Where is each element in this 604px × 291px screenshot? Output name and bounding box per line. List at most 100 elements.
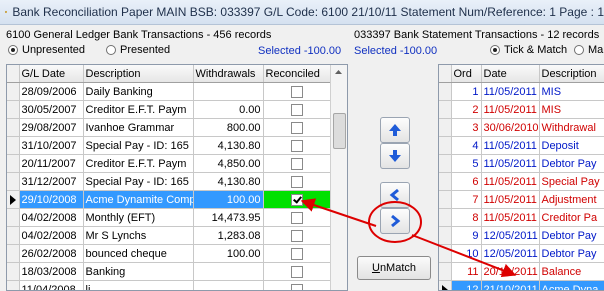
table-row[interactable]: 20/11/2007Creditor E.F.T. Paym4,850.00 [7, 155, 330, 173]
row-indicator[interactable] [7, 191, 19, 209]
column-header-reconciled[interactable]: Reconciled [263, 65, 330, 83]
cell-description[interactable]: Debtor Pay [539, 245, 604, 263]
cell-ord[interactable]: 4 [451, 137, 481, 155]
radio-unpresented[interactable]: Unpresented [8, 44, 85, 56]
scroll-up-icon[interactable] [331, 65, 346, 80]
cell-gl-date[interactable]: 18/03/2008 [19, 263, 83, 281]
match-right-button[interactable] [380, 208, 410, 234]
cell-date[interactable]: 11/05/2011 [481, 209, 539, 227]
radio-presented[interactable]: Presented [106, 44, 170, 56]
row-indicator[interactable] [7, 101, 19, 119]
cell-description[interactable]: Deposit [539, 137, 604, 155]
cell-description[interactable]: li [83, 281, 193, 291]
cell-ord[interactable]: 6 [451, 173, 481, 191]
reconciled-checkbox[interactable] [291, 248, 303, 260]
cell-reconciled[interactable] [263, 263, 330, 281]
cell-description[interactable]: MIS [539, 101, 604, 119]
row-indicator[interactable] [439, 101, 451, 119]
table-row[interactable]: 29/10/2008Acme Dynamite Comp100.00 [7, 191, 330, 209]
cell-reconciled[interactable] [263, 191, 330, 209]
cell-description[interactable]: Banking [83, 263, 193, 281]
row-indicator[interactable] [7, 119, 19, 137]
match-left-button[interactable] [380, 182, 410, 208]
cell-ord[interactable]: 3 [451, 119, 481, 137]
column-header-date[interactable]: Date [481, 65, 539, 83]
row-indicator[interactable] [439, 245, 451, 263]
reconciled-checkbox[interactable] [291, 158, 303, 170]
cell-ord[interactable]: 12 [451, 281, 481, 291]
reconciled-checkbox[interactable] [291, 122, 303, 134]
cell-date[interactable]: 11/05/2011 [481, 155, 539, 173]
row-indicator[interactable] [7, 281, 19, 291]
cell-description[interactable]: Daily Banking [83, 83, 193, 101]
reconciled-checkbox[interactable] [291, 230, 303, 242]
cell-description[interactable]: Adjustment [539, 191, 604, 209]
cell-gl-date[interactable]: 29/08/2007 [19, 119, 83, 137]
cell-withdrawals[interactable]: 1,283.08 [193, 227, 263, 245]
cell-gl-date[interactable]: 20/11/2007 [19, 155, 83, 173]
cell-withdrawals[interactable]: 4,130.80 [193, 137, 263, 155]
cell-description[interactable]: Creditor E.F.T. Paym [83, 155, 193, 173]
column-header-description[interactable]: Description [83, 65, 193, 83]
cell-reconciled[interactable] [263, 119, 330, 137]
reconciled-checkbox[interactable] [291, 140, 303, 152]
cell-withdrawals[interactable] [193, 83, 263, 101]
cell-gl-date[interactable]: 30/05/2007 [19, 101, 83, 119]
column-header-ord[interactable]: Ord [451, 65, 481, 83]
cell-reconciled[interactable] [263, 173, 330, 191]
row-indicator[interactable] [439, 209, 451, 227]
cell-gl-date[interactable]: 28/09/2006 [19, 83, 83, 101]
reconciled-checkbox[interactable] [291, 194, 303, 206]
left-vertical-scrollbar[interactable] [330, 65, 347, 290]
row-indicator[interactable] [439, 227, 451, 245]
cell-description[interactable]: Debtor Pay [539, 155, 604, 173]
cell-date[interactable]: 12/05/2011 [481, 227, 539, 245]
table-row[interactable]: 611/05/2011Special Pay [439, 173, 604, 191]
cell-gl-date[interactable]: 11/04/2008 [19, 281, 83, 291]
cell-gl-date[interactable]: 04/02/2008 [19, 209, 83, 227]
cell-date[interactable]: 21/10/2011 [481, 281, 539, 291]
table-row[interactable]: 211/05/2011MIS [439, 101, 604, 119]
table-row[interactable]: 1221/10/2011Acme Dyna [439, 281, 604, 291]
cell-ord[interactable]: 5 [451, 155, 481, 173]
cell-withdrawals[interactable]: 100.00 [193, 245, 263, 263]
cell-withdrawals[interactable]: 4,130.80 [193, 173, 263, 191]
cell-reconciled[interactable] [263, 155, 330, 173]
cell-description[interactable]: Special Pay [539, 173, 604, 191]
cell-date[interactable]: 30/06/2010 [481, 119, 539, 137]
cell-reconciled[interactable] [263, 137, 330, 155]
cell-reconciled[interactable] [263, 83, 330, 101]
cell-description[interactable]: Withdrawal [539, 119, 604, 137]
cell-withdrawals[interactable]: 4,850.00 [193, 155, 263, 173]
table-row[interactable]: 511/05/2011Debtor Pay [439, 155, 604, 173]
cell-description[interactable]: Acme Dyna [539, 281, 604, 291]
row-indicator[interactable] [439, 281, 451, 291]
unmatch-button[interactable]: UnMatch [357, 256, 431, 280]
cell-description[interactable]: MIS [539, 83, 604, 101]
scrollbar-thumb[interactable] [333, 113, 346, 149]
table-row[interactable]: 28/09/2006Daily Banking [7, 83, 330, 101]
table-row[interactable]: 04/02/2008Monthly (EFT)14,473.95 [7, 209, 330, 227]
row-indicator[interactable] [7, 209, 19, 227]
table-row[interactable]: 330/06/2010Withdrawal [439, 119, 604, 137]
reconciled-checkbox[interactable] [291, 266, 303, 278]
row-indicator[interactable] [7, 83, 19, 101]
table-row[interactable]: 26/02/2008bounced cheque100.00 [7, 245, 330, 263]
table-row[interactable]: 31/10/2007Special Pay - ID: 1654,130.80 [7, 137, 330, 155]
table-row[interactable]: 711/05/2011Adjustment [439, 191, 604, 209]
row-indicator[interactable] [439, 83, 451, 101]
column-header-gl-date[interactable]: G/L Date [19, 65, 83, 83]
radio-match[interactable]: Ma [574, 44, 603, 56]
cell-ord[interactable]: 9 [451, 227, 481, 245]
cell-ord[interactable]: 11 [451, 263, 481, 281]
cell-reconciled[interactable] [263, 209, 330, 227]
cell-description[interactable]: Acme Dynamite Comp [83, 191, 193, 209]
radio-tick-and-match[interactable]: Tick & Match [490, 44, 567, 56]
reconciled-checkbox[interactable] [291, 284, 303, 291]
cell-reconciled[interactable] [263, 281, 330, 291]
move-down-button[interactable] [380, 143, 410, 169]
row-indicator[interactable] [439, 263, 451, 281]
row-indicator[interactable] [439, 173, 451, 191]
cell-reconciled[interactable] [263, 245, 330, 263]
cell-gl-date[interactable]: 26/02/2008 [19, 245, 83, 263]
